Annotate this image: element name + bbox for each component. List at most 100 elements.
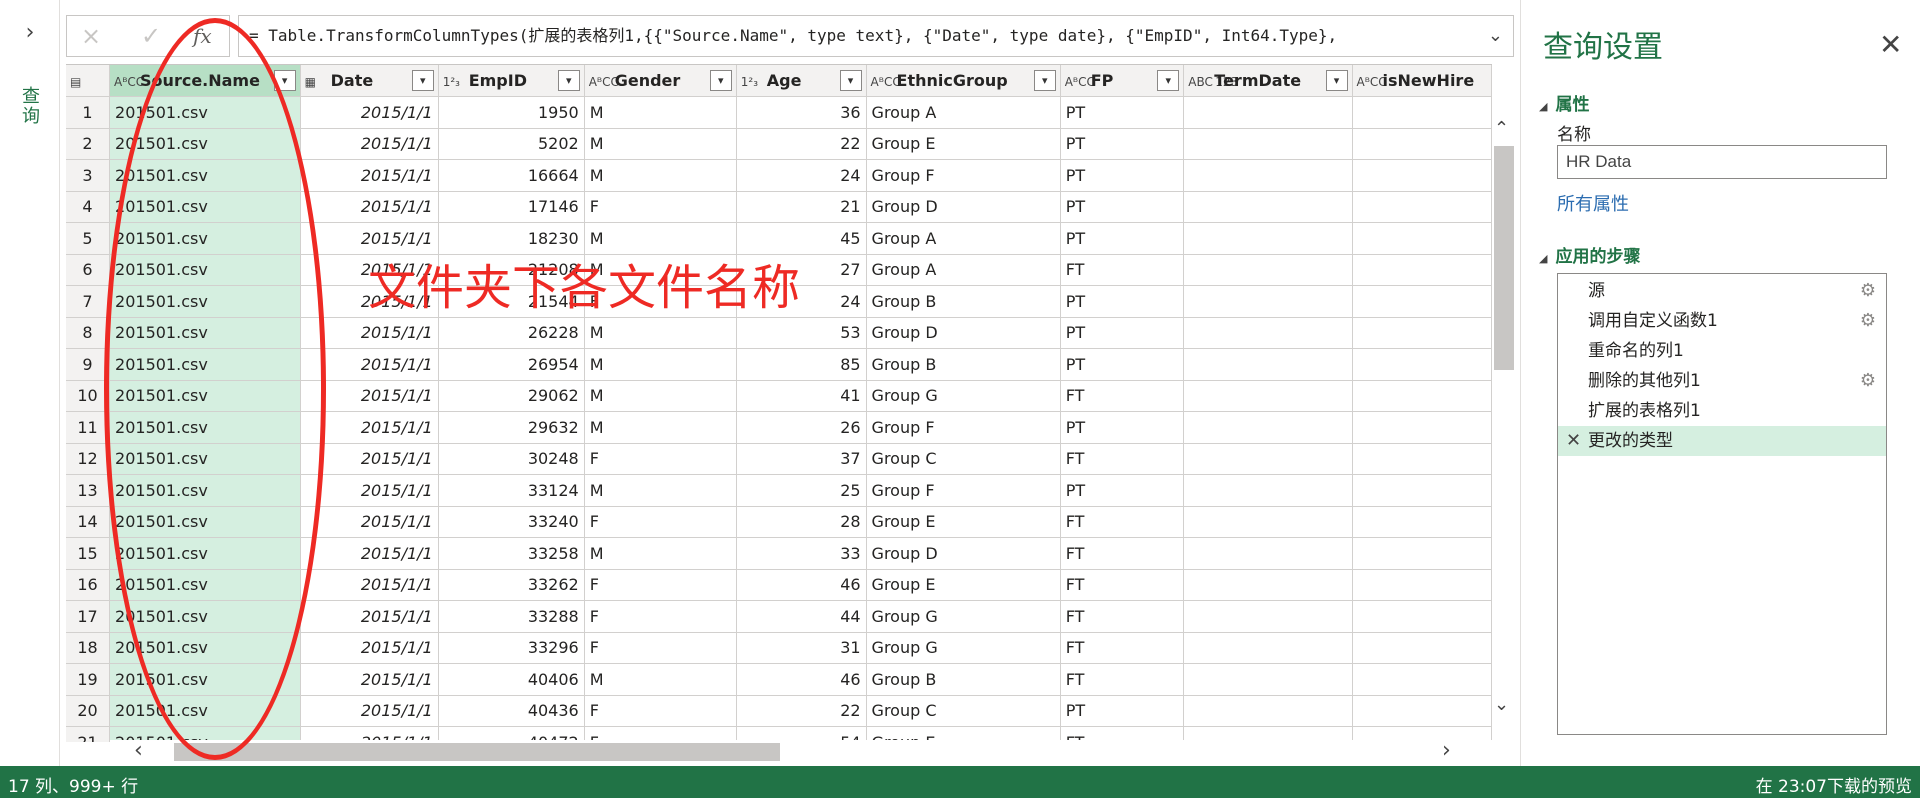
table-cell[interactable]: PT [1060, 474, 1185, 507]
table-cell[interactable]: 201501.csv [109, 474, 301, 507]
table-cell[interactable] [1352, 506, 1492, 538]
table-cell[interactable]: PT [1060, 317, 1185, 349]
row-number[interactable]: 7 [66, 285, 111, 318]
table-cell[interactable]: 37 [736, 443, 867, 475]
table-cell[interactable]: M [584, 159, 737, 192]
table-cell[interactable]: 201501.csv [109, 537, 301, 570]
table-cell[interactable] [1352, 159, 1492, 192]
table-cell[interactable]: PT [1060, 222, 1185, 255]
table-cell[interactable] [1183, 632, 1353, 664]
column-header-empid[interactable]: 1²₃ EmpID ▾ [438, 65, 585, 97]
query-name-input[interactable] [1557, 145, 1887, 179]
table-cell[interactable]: Group G [866, 380, 1061, 412]
table-cell[interactable] [1183, 600, 1353, 633]
table-cell[interactable]: 201501.csv [109, 317, 301, 349]
table-cell[interactable]: 201501.csv [109, 254, 301, 286]
column-header-gender[interactable]: AᴮCCGender ▾ [584, 65, 737, 97]
row-number[interactable]: 6 [66, 254, 111, 286]
table-cell[interactable]: 2015/1/1 [300, 411, 439, 444]
column-type-icon[interactable]: AᴮCC [1353, 75, 1387, 89]
table-cell[interactable]: 2015/1/1 [300, 537, 439, 570]
row-number[interactable]: 18 [66, 632, 111, 664]
table-cell[interactable] [1352, 380, 1492, 412]
table-cell[interactable]: 201501.csv [109, 222, 301, 255]
applied-step[interactable]: 重命名的列1 [1558, 336, 1886, 366]
table-cell[interactable]: Group E [866, 506, 1061, 538]
row-number[interactable]: 3 [66, 159, 111, 192]
table-cell[interactable]: 26 [736, 411, 867, 444]
table-cell[interactable]: 17146 [438, 191, 585, 223]
close-icon[interactable]: ✕ [1879, 28, 1902, 61]
table-cell[interactable]: Group G [866, 600, 1061, 633]
table-cell[interactable]: Group B [866, 663, 1061, 696]
table-cell[interactable]: FT [1060, 506, 1185, 538]
row-number[interactable]: 21 [66, 726, 111, 742]
table-cell[interactable]: 33258 [438, 537, 585, 570]
table-cell[interactable]: Group D [866, 191, 1061, 223]
table-cell[interactable] [1352, 348, 1492, 381]
table-cell[interactable]: 21 [736, 191, 867, 223]
table-cell[interactable]: PT [1060, 191, 1185, 223]
scroll-left-icon[interactable]: ‹ [134, 738, 143, 763]
table-cell[interactable]: 45 [736, 222, 867, 255]
column-type-icon[interactable]: ▦ [301, 75, 331, 89]
table-cell[interactable]: 46 [736, 663, 867, 696]
filter-dropdown-icon[interactable]: ▾ [1157, 70, 1180, 91]
table-cell[interactable]: 201501.csv [109, 128, 301, 160]
scroll-right-icon[interactable]: › [1442, 738, 1451, 763]
table-cell[interactable]: 24 [736, 285, 867, 318]
table-cell[interactable]: 18230 [438, 222, 585, 255]
table-cell[interactable]: 2015/1/1 [300, 317, 439, 349]
table-cell[interactable]: 201501.csv [109, 348, 301, 381]
applied-step[interactable]: 删除的其他列1 ⚙ [1558, 366, 1886, 396]
table-cell[interactable]: 33 [736, 537, 867, 570]
table-cell[interactable]: 201501.csv [109, 506, 301, 538]
table-cell[interactable]: PT [1060, 348, 1185, 381]
table-cell[interactable]: Group B [866, 348, 1061, 381]
table-cell[interactable]: Group C [866, 443, 1061, 475]
filter-dropdown-icon[interactable]: ▾ [1033, 70, 1056, 91]
table-cell[interactable]: 201501.csv [109, 380, 301, 412]
table-cell[interactable]: 26954 [438, 348, 585, 381]
table-cell[interactable] [1183, 285, 1353, 318]
row-number[interactable]: 9 [66, 348, 111, 381]
table-cell[interactable]: 26228 [438, 317, 585, 349]
table-cell[interactable]: FT [1060, 632, 1185, 664]
scroll-down-icon[interactable]: ⌄ [1494, 694, 1509, 715]
gear-icon[interactable]: ⚙ [1860, 306, 1876, 336]
table-cell[interactable]: Group E [866, 569, 1061, 601]
table-cell[interactable]: 85 [736, 348, 867, 381]
table-cell[interactable]: 33296 [438, 632, 585, 664]
table-cell[interactable]: F [584, 569, 737, 601]
row-number[interactable]: 13 [66, 474, 111, 507]
table-cell[interactable]: Group G [866, 632, 1061, 664]
applied-step[interactable]: 扩展的表格列1 [1558, 396, 1886, 426]
table-cell[interactable]: 201501.csv [109, 600, 301, 633]
table-cell[interactable]: 2015/1/1 [300, 285, 439, 318]
filter-dropdown-icon[interactable]: ▾ [839, 70, 862, 91]
table-cell[interactable] [1352, 443, 1492, 475]
table-cell[interactable] [1183, 128, 1353, 160]
table-cell[interactable]: 33240 [438, 506, 585, 538]
table-cell[interactable]: Group F [866, 411, 1061, 444]
row-number[interactable]: 16 [66, 569, 111, 601]
table-cell[interactable]: 40406 [438, 663, 585, 696]
table-cell[interactable] [1352, 285, 1492, 318]
table-cell[interactable]: M [584, 222, 737, 255]
table-cell[interactable]: F [584, 443, 737, 475]
column-type-icon[interactable]: AᴮCC [585, 75, 619, 89]
table-cell[interactable]: 24 [736, 159, 867, 192]
table-cell[interactable]: PT [1060, 695, 1185, 727]
row-number[interactable]: 19 [66, 663, 111, 696]
table-cell[interactable] [1352, 191, 1492, 223]
table-cell[interactable]: 29632 [438, 411, 585, 444]
table-cell[interactable]: 2015/1/1 [300, 348, 439, 381]
applied-step[interactable]: 调用自定义函数1 ⚙ [1558, 306, 1886, 336]
table-cell[interactable] [1352, 317, 1492, 349]
row-number[interactable]: 10 [66, 380, 111, 412]
row-number[interactable]: 12 [66, 443, 111, 475]
table-cell[interactable]: 2015/1/1 [300, 159, 439, 192]
vertical-scrollbar[interactable]: ⌃ ⌄ [1492, 110, 1514, 742]
table-cell[interactable]: 201501.csv [109, 443, 301, 475]
table-cell[interactable]: M [584, 380, 737, 412]
